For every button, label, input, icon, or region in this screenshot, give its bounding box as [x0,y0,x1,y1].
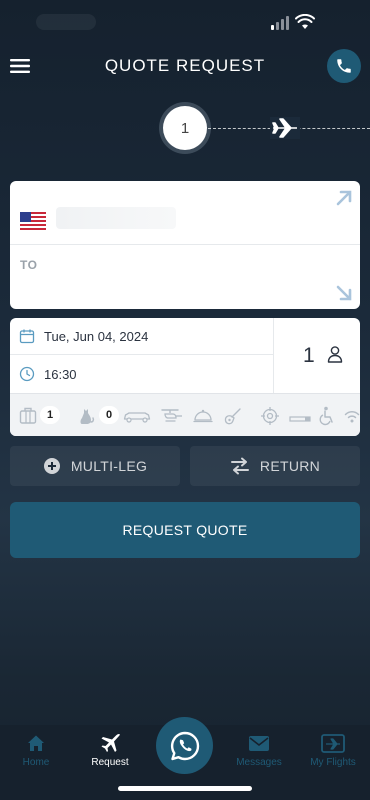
passenger-count: 1 [303,344,315,367]
status-time [36,14,96,30]
catering-icon[interactable] [193,406,213,426]
luggage-count: 1 [40,406,60,424]
tab-messages[interactable]: Messages [224,733,294,768]
date-value: Tue, Jun 04, 2024 [44,329,149,344]
amenities-bar: 1 0 [10,393,360,436]
to-label[interactable]: TO [20,258,37,272]
tab-request-label: Request [91,757,129,768]
clock-icon [19,366,35,382]
request-quote-button[interactable]: REQUEST QUOTE [10,502,360,558]
arrow-down-right-icon [336,285,352,301]
airplane-tab-icon [101,734,120,752]
plus-circle-icon [43,458,60,474]
limousine-icon[interactable] [123,406,151,426]
wifi-icon[interactable] [343,406,360,426]
luggage-icon[interactable] [19,406,37,426]
time-value: 16:30 [44,367,77,382]
step-indicator: 1 [163,106,207,150]
step-progress: 1 [0,105,370,155]
status-bar [0,0,370,44]
home-icon [28,735,44,751]
pets-count: 0 [99,406,119,424]
swap-arrows-icon [230,457,249,475]
phone-icon [337,59,351,73]
multi-leg-button[interactable]: MULTI-LEG [10,446,180,486]
time-field[interactable]: 16:30 [10,355,273,393]
tab-home-label: Home [22,757,50,768]
tab-my-flights[interactable]: My Flights [298,733,368,768]
call-button[interactable] [327,49,361,83]
signal-icon [271,16,289,30]
tab-messages-label: Messages [236,757,282,768]
route-card: TO [10,181,360,309]
whatsapp-icon [170,731,199,760]
mail-icon [249,736,269,751]
passenger-selector[interactable]: 1 [273,318,360,393]
ticket-icon [321,734,345,753]
calendar-icon [19,329,35,344]
from-airport-value [56,207,176,229]
smoking-icon[interactable] [289,406,311,426]
airplane-icon [270,117,300,139]
page-title: QUOTE REQUEST [104,56,266,75]
date-field[interactable]: Tue, Jun 04, 2024 [10,318,273,355]
whatsapp-button[interactable] [156,717,213,774]
tab-home[interactable]: Home [1,733,71,768]
helicopter-icon[interactable] [160,406,184,426]
header: QUOTE REQUEST [0,44,370,90]
target-icon[interactable] [260,406,280,426]
us-flag-icon [20,212,46,230]
return-label: RETURN [259,458,321,474]
home-indicator [118,786,252,791]
arrow-up-right-icon [336,190,352,206]
details-card: Tue, Jun 04, 2024 16:30 1 1 0 [10,318,360,436]
wheelchair-icon[interactable] [319,406,335,426]
person-icon [327,346,343,363]
guitar-icon[interactable] [223,406,243,426]
multi-leg-label: MULTI-LEG [70,458,148,474]
tab-my-flights-label: My Flights [310,757,356,768]
from-field[interactable] [10,181,360,245]
tab-request[interactable]: Request [75,733,145,768]
return-button[interactable]: RETURN [190,446,360,486]
pet-icon[interactable] [77,406,95,426]
wifi-status-icon [295,14,315,29]
